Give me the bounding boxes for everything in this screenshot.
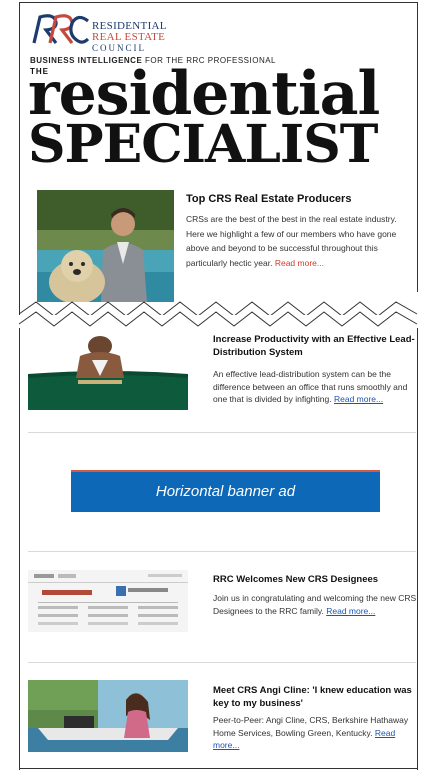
rrc-logo[interactable]: RESIDENTIAL REAL ESTATE COUNCIL <box>30 11 180 53</box>
article-1-title[interactable]: Increase Productivity with an Effective … <box>213 333 423 359</box>
feature-photo-man-with-dog-icon <box>37 190 174 302</box>
article-2-description-text: Join us in congratulating and welcoming … <box>213 593 417 616</box>
article-2-read-more-link[interactable]: Read more... <box>326 606 375 616</box>
article-1-description: An effective lead-distribution system ca… <box>213 368 423 406</box>
article-3-photo-woman-on-boat-icon <box>28 680 188 752</box>
section-divider <box>28 432 416 433</box>
article-2-title[interactable]: RRC Welcomes New CRS Designees <box>213 573 423 586</box>
org-name-line3: COUNCIL <box>92 43 146 53</box>
org-name: RESIDENTIAL REAL ESTATE COUNCIL <box>92 21 167 54</box>
frame-top-edge <box>19 2 417 3</box>
article-3-image[interactable] <box>28 680 188 752</box>
frame-bottom-edge <box>19 768 417 769</box>
feature-read-more-link[interactable]: Read more... <box>275 258 324 268</box>
article-2-screenshot-thumbnail-icon <box>28 570 188 632</box>
rrc-logo-mark-icon <box>32 14 90 44</box>
frame-left-edge <box>19 2 20 770</box>
masthead-the: THE <box>30 67 49 76</box>
feature-image[interactable] <box>37 190 174 302</box>
feature-title[interactable]: Top CRS Real Estate Producers <box>186 193 396 205</box>
section-divider <box>28 662 416 663</box>
section-divider <box>28 551 416 552</box>
masthead-specialist: SPECIALIST <box>28 114 378 175</box>
article-1-photo-casino-table-icon <box>28 330 188 410</box>
horizontal-banner-ad[interactable]: Horizontal banner ad <box>71 470 380 512</box>
article-1-read-more-link[interactable]: Read more... <box>334 394 383 404</box>
article-1-image[interactable] <box>28 330 188 410</box>
org-name-line2: REAL ESTATE <box>92 31 166 43</box>
torn-edge-divider <box>0 301 435 328</box>
newsletter-page: RESIDENTIAL REAL ESTATE COUNCIL BUSINESS… <box>0 0 435 773</box>
article-2-description: Join us in congratulating and welcoming … <box>213 592 423 617</box>
frame-right-edge <box>417 2 418 292</box>
feature-description: CRSs are the best of the best in the rea… <box>186 212 404 270</box>
article-2-image[interactable] <box>28 570 188 632</box>
article-3-title[interactable]: Meet CRS Angi Cline: 'I knew education w… <box>213 684 423 710</box>
article-3-description: Peer-to-Peer: Angi Cline, CRS, Berkshire… <box>213 714 423 752</box>
